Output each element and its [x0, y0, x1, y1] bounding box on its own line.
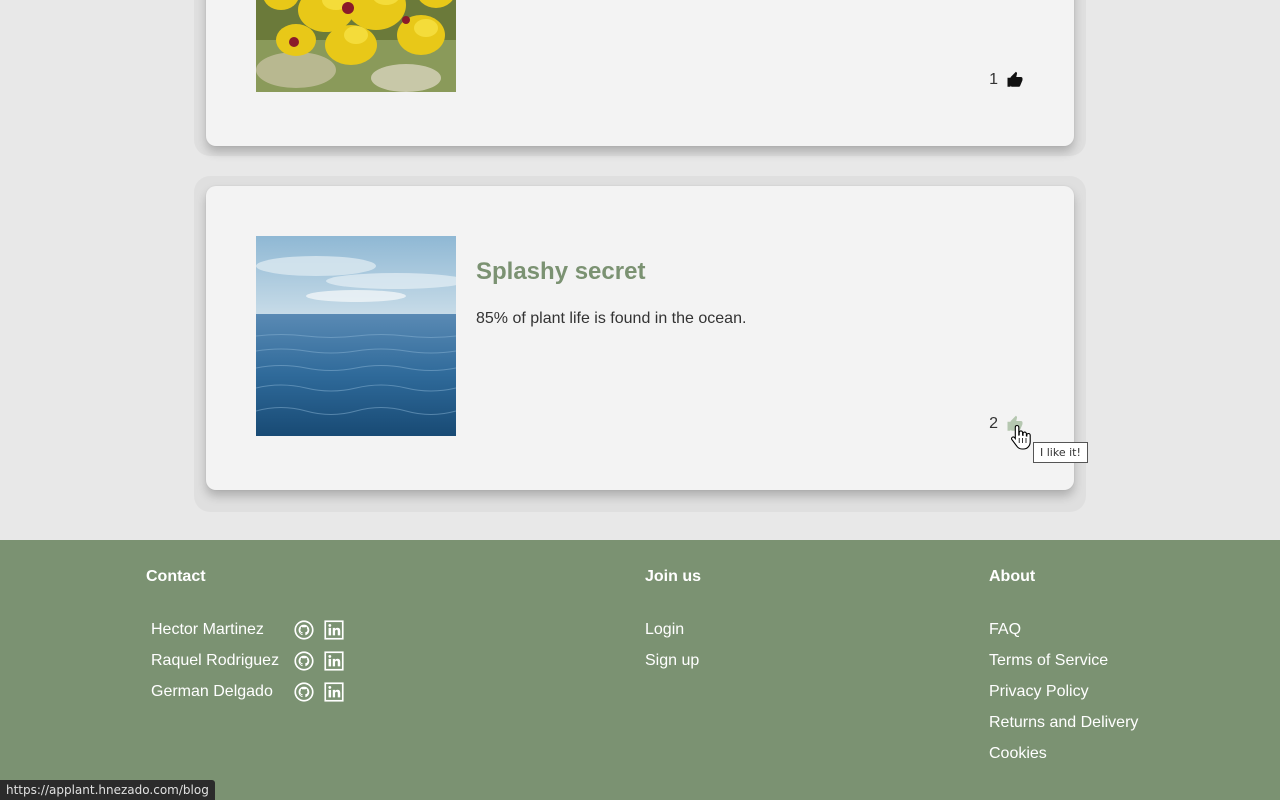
thumbs-up-icon[interactable]: [1006, 71, 1024, 89]
post-text: 85% of plant life is found in the ocean.: [476, 310, 747, 327]
like-count: 2: [989, 415, 998, 432]
post-title: Splashy secret: [476, 258, 646, 285]
linkedin-icon[interactable]: [324, 650, 344, 671]
footer-contact: Contact Hector Martinez Raquel Rodriguez…: [146, 568, 354, 707]
footer-about: About FAQ Terms of Service Privacy Polic…: [989, 568, 1138, 769]
blog-post-card: Splashy secret 85% of plant life is foun…: [206, 186, 1074, 490]
post-likes: 1: [989, 71, 1024, 89]
github-icon[interactable]: [294, 650, 314, 671]
privacy-link[interactable]: Privacy Policy: [989, 676, 1138, 707]
like-count: 1: [989, 71, 998, 88]
github-icon[interactable]: [294, 681, 314, 702]
contact-person: Hector Martinez: [146, 614, 354, 645]
hand-cursor-icon: [1010, 424, 1032, 450]
browser-status-url: https://applant.hnezado.com/blog: [0, 780, 215, 800]
footer-heading-about: About: [989, 568, 1036, 585]
terms-link[interactable]: Terms of Service: [989, 645, 1138, 676]
returns-link[interactable]: Returns and Delivery: [989, 707, 1138, 738]
like-tooltip: I like it!: [1033, 442, 1088, 463]
contact-person: German Delgado: [146, 676, 354, 707]
linkedin-icon[interactable]: [324, 619, 344, 640]
site-footer: Contact Hector Martinez Raquel Rodriguez…: [0, 540, 1280, 800]
linkedin-icon[interactable]: [324, 681, 344, 702]
contact-person: Raquel Rodriguez: [146, 645, 354, 676]
footer-heading-contact: Contact: [146, 568, 206, 585]
faq-link[interactable]: FAQ: [989, 614, 1138, 645]
footer-join: Join us Login Sign up: [645, 568, 701, 676]
github-icon[interactable]: [294, 619, 314, 640]
post-image-yellow-flowers: [256, 0, 456, 92]
post-image-ocean: [256, 236, 456, 436]
signup-link[interactable]: Sign up: [645, 645, 701, 676]
contact-name: Hector Martinez: [151, 620, 264, 638]
contact-name: German Delgado: [151, 682, 273, 700]
contact-name: Raquel Rodriguez: [151, 651, 280, 669]
blog-post-card: 1: [206, 0, 1074, 146]
footer-heading-join: Join us: [645, 568, 702, 585]
login-link[interactable]: Login: [645, 614, 701, 645]
cookies-link[interactable]: Cookies: [989, 738, 1138, 769]
